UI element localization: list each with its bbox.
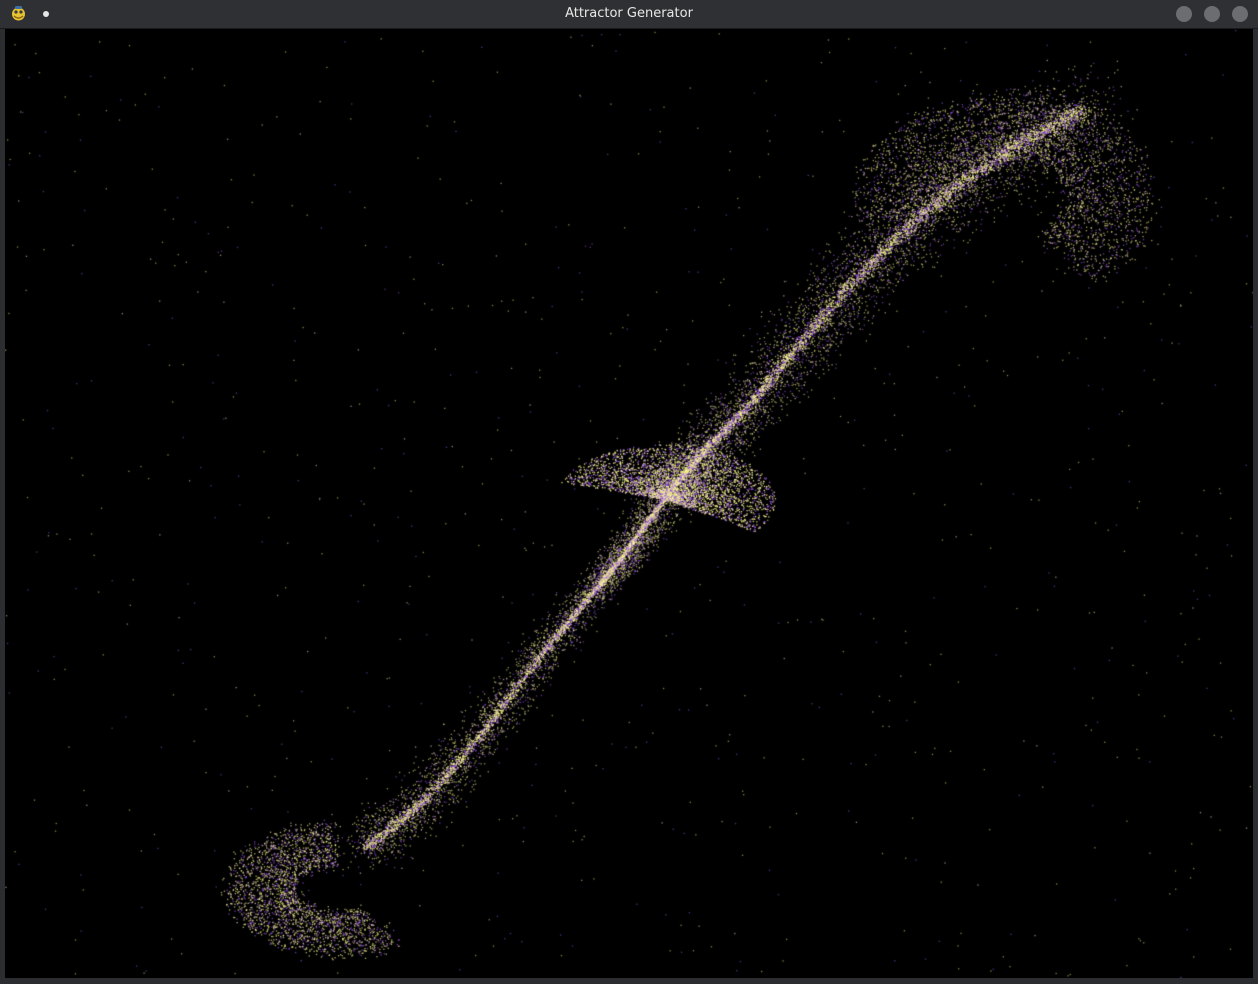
title-bar[interactable]: Attractor Generator — [0, 0, 1258, 29]
attractor-canvas-area[interactable] — [5, 29, 1253, 978]
window-title: Attractor Generator — [565, 6, 693, 21]
maximize-icon[interactable] — [1204, 6, 1220, 22]
close-icon[interactable] — [1232, 6, 1248, 22]
python-snake-icon[interactable] — [10, 5, 27, 22]
attractor-canvas[interactable] — [5, 29, 1253, 978]
app-window: Attractor Generator — [0, 0, 1258, 984]
minimize-icon[interactable] — [1176, 6, 1192, 22]
dot-menu-icon[interactable] — [40, 8, 52, 20]
